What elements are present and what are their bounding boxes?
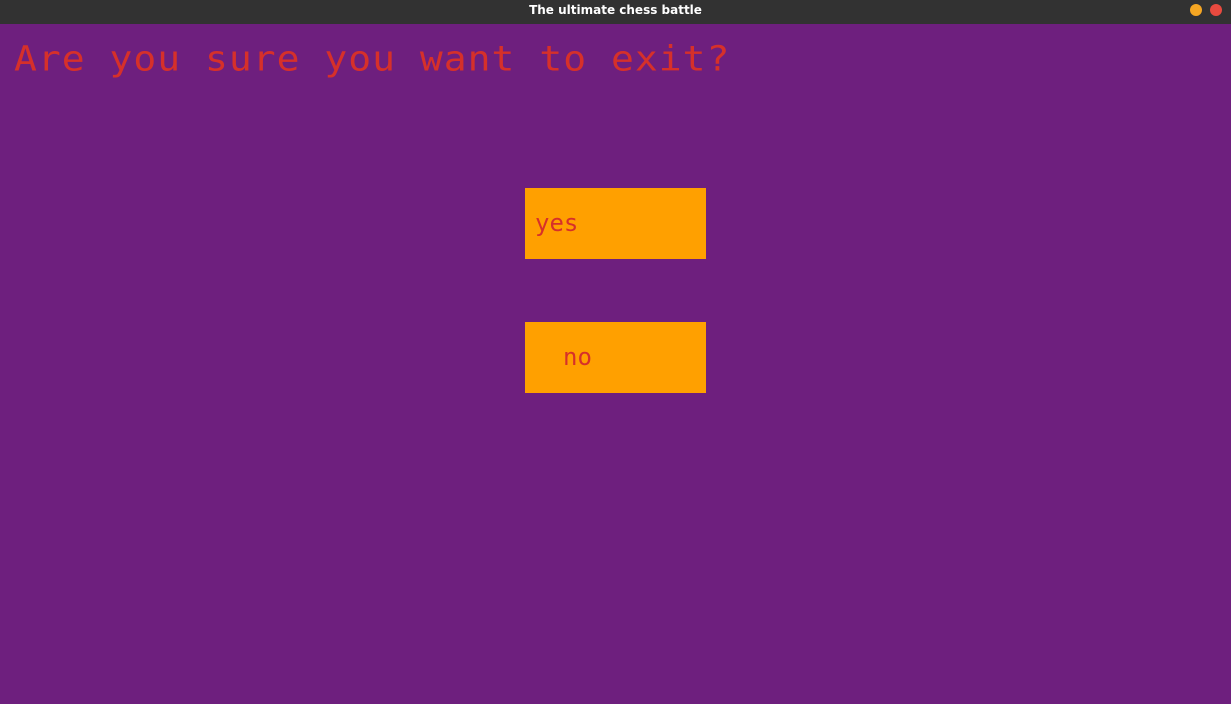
no-button[interactable]: no	[525, 322, 706, 393]
no-button-label: no	[563, 343, 592, 371]
exit-question: Are you sure you want to exit?	[14, 38, 731, 79]
exit-dialog: Are you sure you want to exit? yes no	[0, 24, 1231, 704]
window-titlebar[interactable]: The ultimate chess battle	[0, 0, 1231, 24]
yes-button-label: yes	[535, 209, 579, 237]
window-title: The ultimate chess battle	[529, 3, 702, 17]
yes-button[interactable]: yes	[525, 188, 706, 259]
close-button[interactable]	[1210, 4, 1222, 16]
minimize-button[interactable]	[1190, 4, 1202, 16]
